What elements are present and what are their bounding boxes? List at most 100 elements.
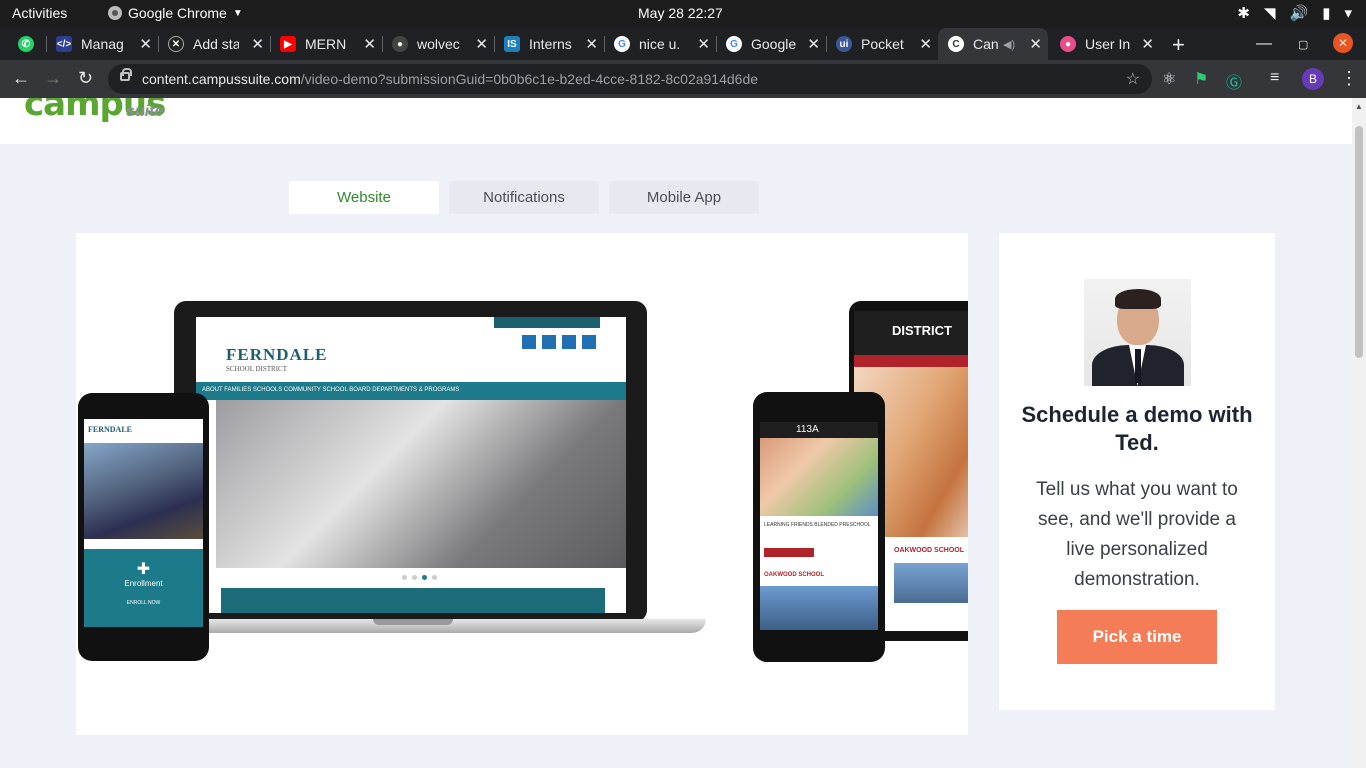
lock-icon[interactable] bbox=[120, 68, 132, 81]
close-icon[interactable]: ✕ bbox=[697, 35, 710, 53]
close-icon[interactable]: ✕ bbox=[807, 35, 820, 53]
google-icon: G bbox=[614, 36, 630, 52]
add-user-icon: ✚ bbox=[136, 561, 151, 578]
close-icon[interactable]: ✕ bbox=[251, 35, 264, 53]
media-control-icon[interactable]: ≡ bbox=[1270, 69, 1279, 87]
system-tray[interactable]: ✱ ◥ 🔊 ▮ ▾ bbox=[1237, 4, 1352, 22]
chrome-icon bbox=[108, 6, 122, 20]
close-icon[interactable]: ✕ bbox=[1029, 35, 1042, 53]
tab-add-staff[interactable]: ✕ Add sta ✕ bbox=[158, 28, 270, 60]
tab-title: User In bbox=[1085, 36, 1131, 52]
google-icon: G bbox=[726, 36, 742, 52]
volume-icon: 🔊 bbox=[1289, 5, 1309, 22]
device-mockup-image: FERNDALE SCHOOL DISTRICT ABOUT FAMILIES … bbox=[76, 233, 968, 735]
reload-button[interactable]: ↻ bbox=[78, 68, 93, 89]
speaker-icon[interactable]: ◀) bbox=[1003, 38, 1015, 51]
github-icon: ● bbox=[392, 36, 408, 52]
tab-campussuite[interactable]: C Can ◀) ✕ bbox=[938, 28, 1048, 60]
tab-whatsapp[interactable]: ✆ bbox=[8, 28, 46, 60]
bookmark-star-icon[interactable]: ☆ bbox=[1126, 69, 1140, 89]
address-bar[interactable]: content.campussuite.com/video-demo?submi… bbox=[108, 64, 1152, 94]
tab-title: Google bbox=[751, 36, 797, 52]
tab-title: nice u. bbox=[639, 36, 681, 52]
demo-card: Schedule a demo with Ted. Tell us what y… bbox=[999, 233, 1275, 710]
grammarly-icon[interactable]: Ⓖ bbox=[1226, 69, 1242, 93]
new-tab-button[interactable]: + bbox=[1172, 32, 1185, 58]
app-menu-label: Google Chrome bbox=[128, 5, 227, 21]
tab-manage[interactable]: </> Manag ✕ bbox=[46, 28, 158, 60]
social-icons bbox=[522, 335, 596, 349]
ted-avatar bbox=[1084, 279, 1191, 386]
dribbble-icon: ● bbox=[1060, 36, 1076, 52]
browser-toolbar: ← → ↻ content.campussuite.com/video-demo… bbox=[0, 60, 1366, 98]
tab-mobile-app[interactable]: Mobile App bbox=[609, 181, 759, 214]
profile-avatar[interactable]: B bbox=[1302, 68, 1324, 90]
wifi-icon: ◥ bbox=[1263, 5, 1276, 22]
tab-internshala[interactable]: IS Interns ✕ bbox=[494, 28, 604, 60]
react-devtools-icon[interactable]: ⚛ bbox=[1162, 69, 1176, 89]
x-circle-icon: ✕ bbox=[168, 36, 184, 52]
page-scrollbar[interactable]: ▲ bbox=[1352, 98, 1366, 768]
code-icon: </> bbox=[56, 36, 72, 52]
tab-dribbble[interactable]: ● User In ✕ bbox=[1050, 28, 1160, 60]
minimize-button[interactable]: — bbox=[1256, 28, 1272, 60]
tab-title: wolvec bbox=[417, 36, 460, 52]
chevron-down-icon: ▼ bbox=[232, 7, 243, 19]
campussuite-icon: C bbox=[948, 36, 964, 52]
browser-tab-strip: ✆ </> Manag ✕ ✕ Add sta ✕ ▶ MERN S ✕ ● w… bbox=[0, 28, 1366, 60]
tab-notifications[interactable]: Notifications bbox=[449, 181, 599, 214]
pocket-icon: ui bbox=[836, 36, 852, 52]
close-icon[interactable]: ✕ bbox=[919, 35, 932, 53]
url-text[interactable]: content.campussuite.com/video-demo?submi… bbox=[142, 71, 758, 87]
pick-a-time-button[interactable]: Pick a time bbox=[1057, 610, 1217, 664]
card-heading: Schedule a demo with Ted. bbox=[1021, 402, 1253, 455]
laptop-site-nav: ABOUT FAMILIES SCHOOLS COMMUNITY SCHOOL … bbox=[196, 382, 626, 400]
menu-icon[interactable]: ⋮ bbox=[1340, 68, 1358, 89]
system-clock[interactable]: May 28 22:27 bbox=[638, 5, 723, 21]
slack-icon[interactable]: ✱ bbox=[1237, 4, 1250, 22]
site-header: campus suite bbox=[0, 98, 1352, 144]
whatsapp-icon: ✆ bbox=[18, 36, 34, 52]
close-icon[interactable]: ✕ bbox=[139, 35, 152, 53]
system-top-bar: Activities Google Chrome ▼ May 28 22:27 … bbox=[0, 0, 1366, 28]
tab-title: Can bbox=[973, 36, 999, 52]
battery-icon: ▮ bbox=[1322, 5, 1331, 22]
tab-title: MERN S bbox=[305, 36, 351, 52]
youtube-icon: ▶ bbox=[280, 36, 296, 52]
laptop-school-logo: FERNDALE SCHOOL DISTRICT bbox=[226, 345, 328, 373]
extension-icon[interactable]: ⚑ bbox=[1194, 69, 1208, 89]
laptop-mockup: FERNDALE SCHOOL DISTRICT ABOUT FAMILIES … bbox=[174, 301, 647, 622]
tab-google-2[interactable]: G Google ✕ bbox=[716, 28, 826, 60]
tab-pocket[interactable]: ui Pocket ✕ bbox=[826, 28, 938, 60]
tab-website[interactable]: Website bbox=[289, 181, 439, 214]
app-menu[interactable]: Google Chrome ▼ bbox=[108, 5, 243, 21]
back-button[interactable]: ← bbox=[12, 68, 30, 89]
maximize-button[interactable]: ▢ bbox=[1298, 28, 1308, 60]
forward-button[interactable]: → bbox=[44, 68, 62, 89]
scroll-up-icon[interactable]: ▲ bbox=[1355, 102, 1363, 111]
football-photo bbox=[84, 443, 203, 539]
tab-github[interactable]: ● wolvec ✕ bbox=[382, 28, 494, 60]
window-close-button[interactable]: ✕ bbox=[1333, 33, 1353, 53]
chevron-down-icon[interactable]: ▾ bbox=[1344, 4, 1352, 22]
tab-title: Manag bbox=[81, 36, 124, 52]
tab-youtube[interactable]: ▶ MERN S ✕ bbox=[270, 28, 382, 60]
close-icon[interactable]: ✕ bbox=[1141, 35, 1154, 53]
tab-title: Interns bbox=[529, 36, 572, 52]
activities-button[interactable]: Activities bbox=[12, 5, 67, 21]
preschool-photo bbox=[760, 438, 878, 516]
scrollbar-thumb[interactable] bbox=[1355, 126, 1363, 358]
students-photo bbox=[216, 400, 626, 568]
demo-tabs: Website Notifications Mobile App bbox=[289, 181, 759, 214]
close-icon[interactable]: ✕ bbox=[585, 35, 598, 53]
web-page: campus suite Website Notifications Mobil… bbox=[0, 98, 1352, 768]
close-icon[interactable]: ✕ bbox=[363, 35, 376, 53]
site-logo-sub: suite bbox=[126, 103, 164, 120]
internshala-icon: IS bbox=[504, 36, 520, 52]
tab-title: Pocket bbox=[861, 36, 904, 52]
phone-mockup-left: FERNDALE ✚ Enrollment ENROLL NOW bbox=[78, 393, 209, 661]
phone-mockup-right: 113A LEARNING FRIENDS BLENDED PRESCHOOL … bbox=[753, 392, 885, 662]
close-icon[interactable]: ✕ bbox=[475, 35, 488, 53]
card-body: Tell us what you want to see, and we'll … bbox=[1036, 479, 1238, 590]
tab-google-1[interactable]: G nice u. ✕ bbox=[604, 28, 716, 60]
